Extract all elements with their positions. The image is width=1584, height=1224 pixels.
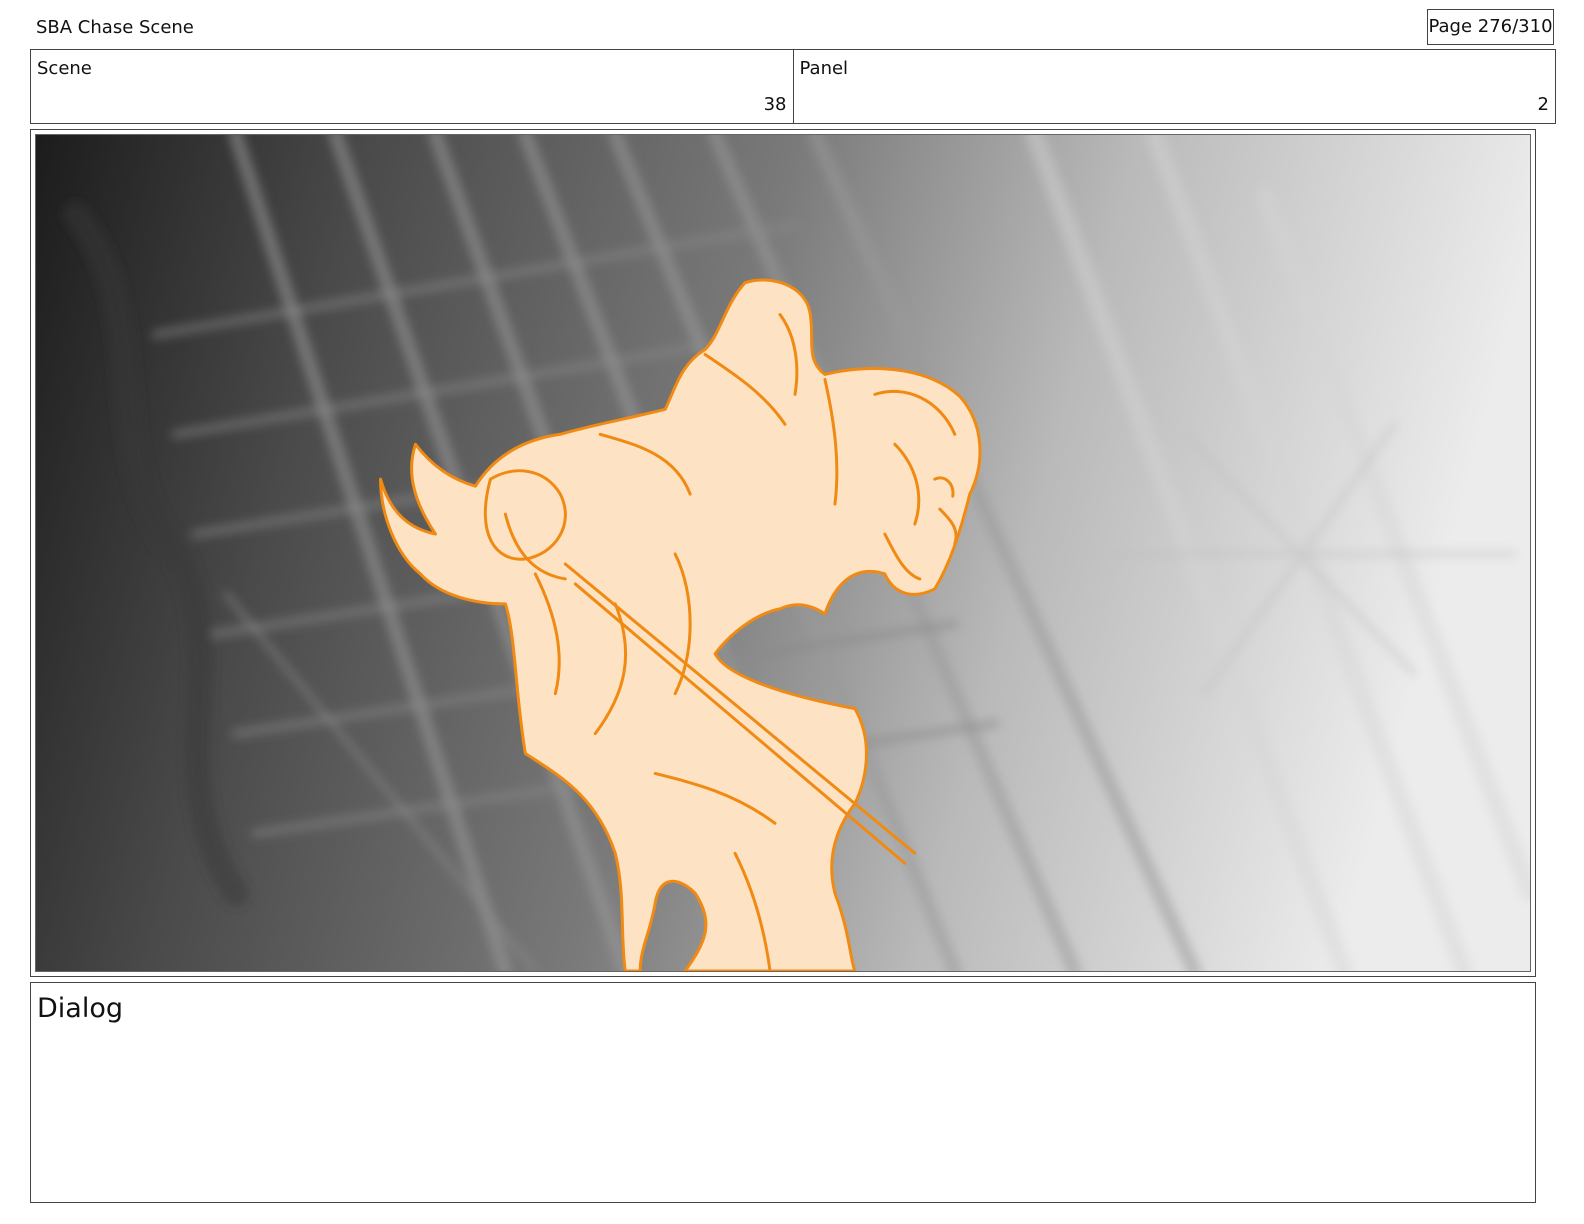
storyboard-panel-frame	[30, 129, 1536, 977]
panel-value: 2	[1537, 94, 1549, 115]
panel-cell: Panel 2	[792, 50, 1556, 123]
panel-label: Panel	[799, 58, 849, 79]
scene-cell: Scene 38	[31, 50, 793, 123]
page-number: Page 276/310	[1427, 9, 1554, 45]
project-title: SBA Chase Scene	[36, 17, 194, 38]
scene-panel-info: Scene 38 Panel 2	[30, 49, 1556, 124]
dialog-label: Dialog	[37, 993, 123, 1024]
scene-value: 38	[763, 94, 787, 115]
dialog-box[interactable]: Dialog	[30, 982, 1536, 1203]
scene-label: Scene	[37, 58, 92, 79]
storyboard-panel-image	[35, 134, 1531, 972]
